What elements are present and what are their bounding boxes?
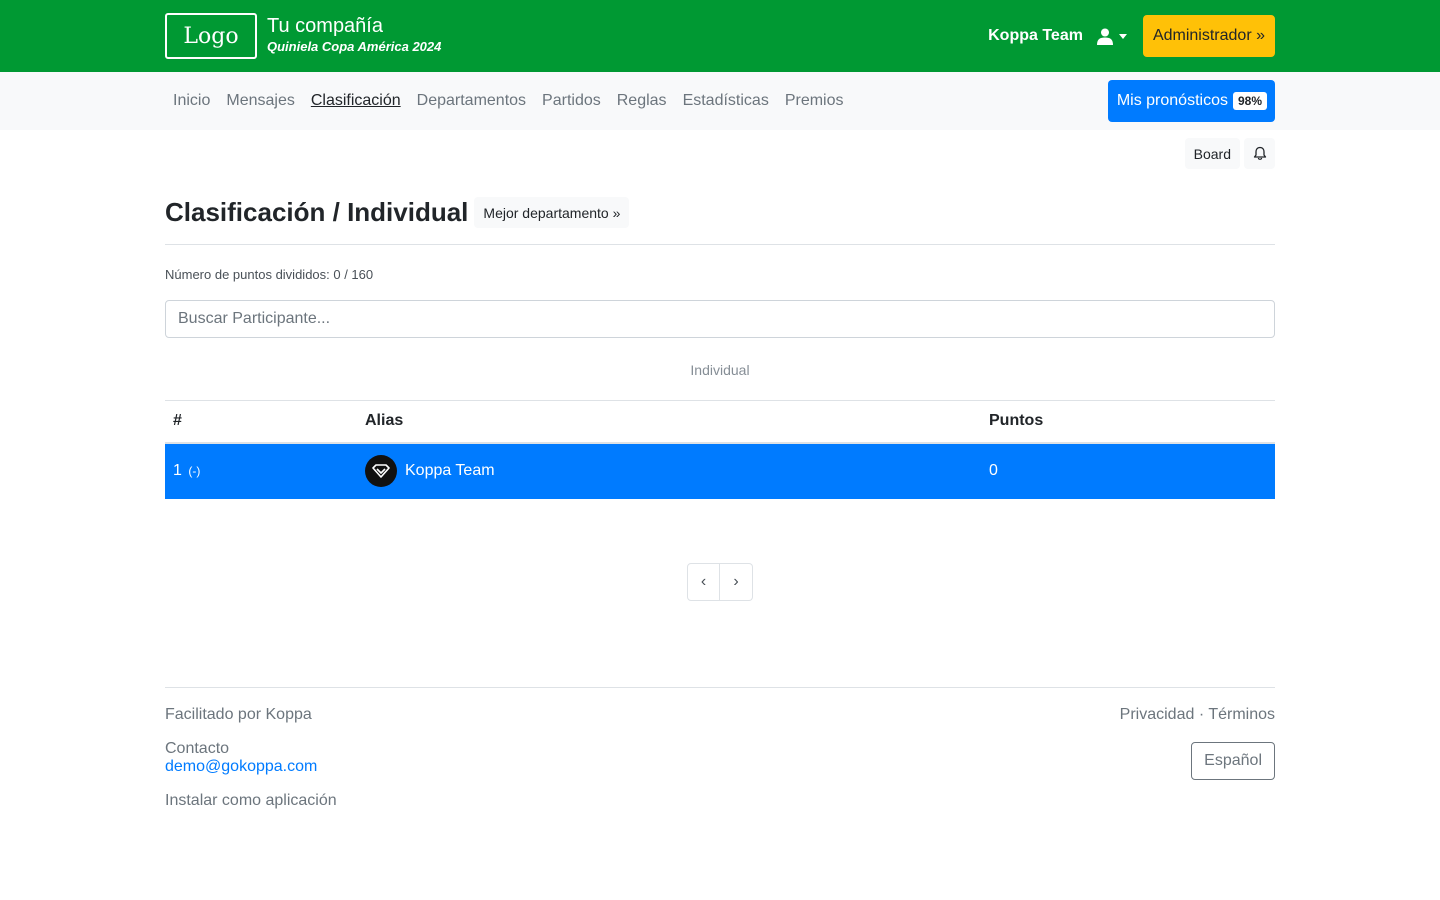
nav-item-reglas[interactable]: Reglas (609, 92, 675, 110)
nav-item-estadisticas[interactable]: Estadísticas (675, 92, 777, 110)
next-page-button[interactable]: › (720, 562, 753, 601)
ranking-table: # Alias Puntos 1 (-) Koppa Team 0 (165, 400, 1275, 499)
section-label: Individual (690, 362, 750, 378)
privacy-link[interactable]: Privacidad (1120, 706, 1195, 723)
company-name: Tu compañía (267, 15, 383, 37)
prev-page-button[interactable]: ‹ (687, 562, 720, 601)
company-logo[interactable]: Logo (165, 13, 257, 59)
contact-email-link[interactable]: demo@gokoppa.com (165, 758, 317, 775)
install-app-link[interactable]: Instalar como aplicación (165, 792, 337, 810)
nav-item-premios[interactable]: Premios (777, 92, 852, 110)
rank-change: (-) (188, 464, 201, 478)
koppa-logo-icon (372, 464, 390, 478)
user-icon (1096, 28, 1113, 45)
title-row: Clasificación / Individual Mejor departa… (165, 197, 1275, 245)
footer: Facilitado por Koppa Contacto demo@gokop… (165, 686, 1275, 826)
nav-item-partidos[interactable]: Partidos (534, 92, 609, 110)
nav-item-inicio[interactable]: Inicio (165, 92, 218, 110)
pool-subtitle: Quiniela Copa América 2024 (267, 39, 442, 54)
column-header-rank: # (165, 400, 357, 444)
nav-links: Inicio Mensajes Clasificación Departamen… (165, 92, 852, 110)
contact-label: Contacto (165, 739, 230, 757)
bell-icon (1253, 146, 1266, 160)
table-header-row: # Alias Puntos (165, 400, 1275, 444)
my-predictions-button[interactable]: Mis pronósticos 98% (1107, 80, 1275, 122)
table-row[interactable]: 1 (-) Koppa Team 0 (165, 442, 1275, 499)
page-title: Clasificación / Individual (165, 197, 469, 227)
nav-item-departamentos[interactable]: Departamentos (409, 92, 534, 110)
legal-links: Privacidad · Términos (1120, 706, 1275, 724)
footer-right: Privacidad · Términos Español (1120, 706, 1275, 826)
my-predictions-label: Mis pronósticos (1116, 92, 1228, 109)
pagination: ‹ › (165, 562, 1275, 601)
user-name: Koppa Team (988, 27, 1083, 44)
rank-cell: 1 (-) (165, 442, 357, 499)
top-header: Logo Tu compañía Quiniela Copa América 2… (0, 0, 1440, 72)
avatar (365, 455, 397, 487)
rank-value: 1 (173, 462, 182, 479)
brand[interactable]: Logo Tu compañía Quiniela Copa América 2… (165, 13, 441, 59)
nav-item-mensajes[interactable]: Mensajes (218, 92, 302, 110)
header-actions: Koppa Team Administrador » (988, 15, 1275, 57)
legal-separator: · (1198, 705, 1205, 723)
column-header-points: Puntos (981, 400, 1275, 444)
column-header-alias: Alias (357, 400, 981, 444)
footer-left: Facilitado por Koppa Contacto demo@gokop… (165, 706, 337, 826)
board-button[interactable]: Board (1184, 138, 1240, 169)
powered-by: Facilitado por Koppa (165, 705, 312, 723)
nav-item-clasificacion[interactable]: Clasificación (303, 92, 409, 110)
page-toolbar: Board (165, 138, 1275, 169)
terms-link[interactable]: Términos (1208, 706, 1275, 723)
points-cell: 0 (981, 442, 1275, 499)
main-nav: Inicio Mensajes Clasificación Departamen… (0, 72, 1440, 130)
contact-block: Contacto demo@gokoppa.com (165, 740, 337, 776)
chevron-down-icon (1118, 33, 1127, 39)
alias-name[interactable]: Koppa Team (405, 462, 495, 480)
predictions-progress-badge: 98% (1232, 92, 1267, 110)
main-content: Board Clasificación / Individual Mejor d… (165, 138, 1275, 826)
points-info: Número de puntos divididos: 0 / 160 (165, 267, 374, 282)
notifications-button[interactable] (1244, 138, 1275, 169)
admin-button[interactable]: Administrador » (1142, 15, 1275, 57)
brand-text: Tu compañía Quiniela Copa América 2024 (267, 15, 441, 57)
user-menu-toggle[interactable] (1096, 28, 1127, 45)
language-selector[interactable]: Español (1191, 741, 1275, 780)
alias-cell: Koppa Team (357, 442, 981, 499)
best-department-button[interactable]: Mejor departamento » (474, 197, 630, 228)
participant-search-input[interactable] (165, 300, 1275, 338)
